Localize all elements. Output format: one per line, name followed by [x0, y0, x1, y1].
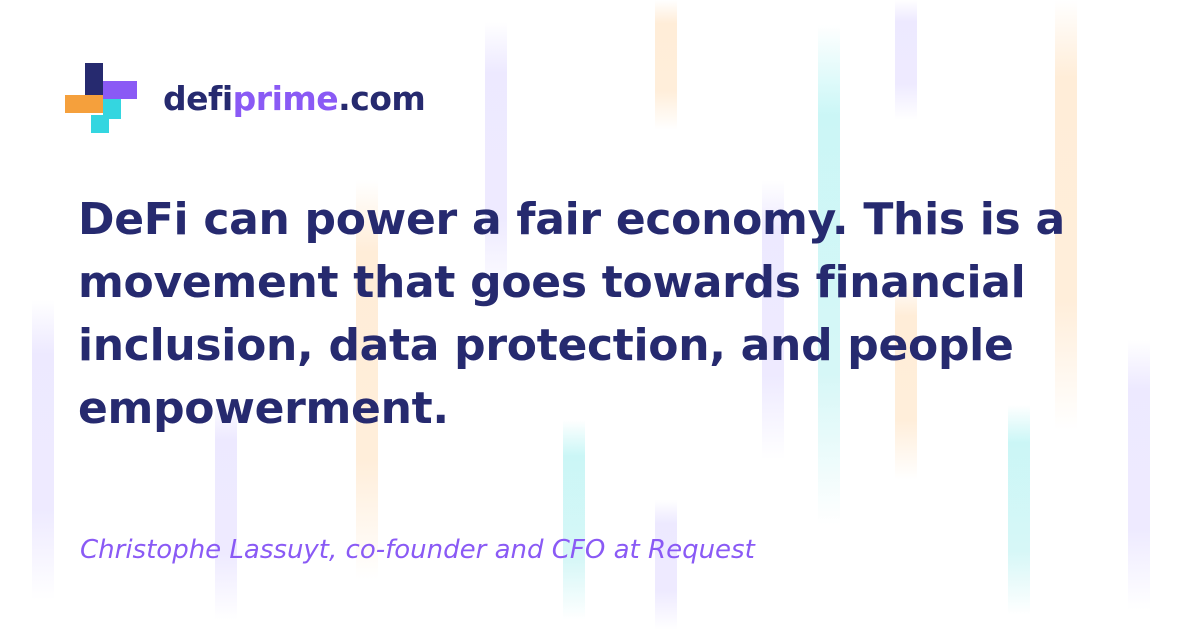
site-name: defiprime.com [163, 78, 426, 118]
quote-text: DeFi can power a fair economy. This is a… [78, 194, 1065, 434]
site-name-prime: prime [232, 78, 339, 118]
plus-cross-logo-icon [65, 63, 137, 133]
background-stripe [655, 0, 677, 130]
background-stripe [563, 420, 585, 620]
background-stripe [895, 0, 917, 120]
quote-attribution: Christophe Lassuyt, co-founder and CFO a… [80, 535, 755, 565]
quote-card: defiprime.com DeFi can power a fair econ… [0, 0, 1200, 630]
site-logo[interactable]: defiprime.com [62, 60, 426, 136]
background-stripe [32, 300, 54, 600]
site-name-domain: .com [338, 78, 426, 118]
site-name-defi: defi [163, 78, 233, 118]
